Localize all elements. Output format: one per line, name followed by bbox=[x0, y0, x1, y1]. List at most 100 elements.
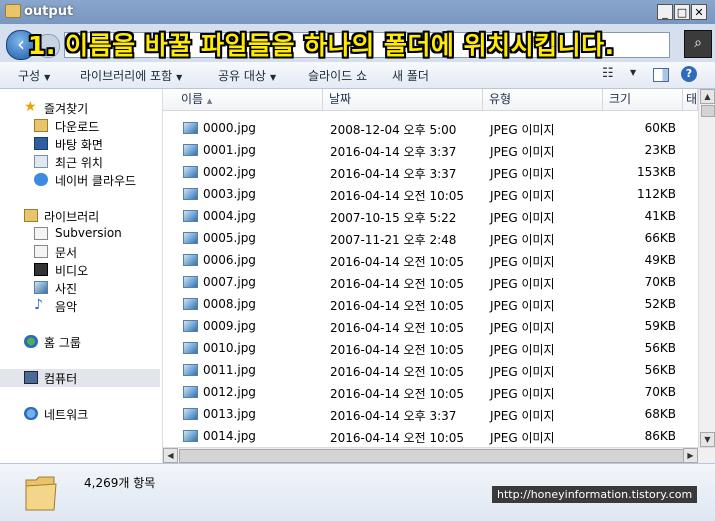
file-name: 0007.jpg bbox=[203, 275, 256, 289]
horizontal-scrollbar[interactable]: ◀ ▶ bbox=[163, 447, 715, 464]
vertical-scrollbar[interactable]: ▲ ▼ bbox=[698, 89, 715, 449]
table-row[interactable]: 0000.jpg 2008-12-04 오후 5:00 JPEG 이미지 60KB bbox=[163, 117, 698, 139]
file-name: 0000.jpg bbox=[203, 121, 256, 135]
nav-videos[interactable]: 비디오 bbox=[0, 261, 160, 279]
file-name: 0013.jpg bbox=[203, 407, 256, 421]
column-header-type[interactable]: 유형 bbox=[483, 89, 603, 110]
file-date: 2007-11-21 오후 2:48 bbox=[330, 233, 457, 247]
file-type: JPEG 이미지 bbox=[490, 431, 555, 445]
table-row[interactable]: 0012.jpg 2016-04-14 오전 10:05 JPEG 이미지 70KB bbox=[163, 381, 698, 403]
file-name: 0008.jpg bbox=[203, 297, 256, 311]
slideshow-button[interactable]: 슬라이드 쇼 bbox=[308, 67, 367, 84]
include-in-library-menu[interactable]: 라이브러리에 포함 ▼ bbox=[80, 67, 182, 84]
table-row[interactable]: 0006.jpg 2016-04-14 오전 10:05 JPEG 이미지 49KB bbox=[163, 249, 698, 271]
pictures-icon bbox=[34, 281, 48, 294]
table-row[interactable]: 0009.jpg 2016-04-14 오전 10:05 JPEG 이미지 59KB bbox=[163, 315, 698, 337]
file-name: 0004.jpg bbox=[203, 209, 256, 223]
nav-naver-cloud[interactable]: 네이버 클라우드 bbox=[0, 171, 160, 189]
network-icon bbox=[24, 407, 38, 420]
file-list: 0000.jpg 2008-12-04 오후 5:00 JPEG 이미지 60KB 00… bbox=[163, 117, 698, 447]
maximize-button[interactable]: □ bbox=[674, 4, 690, 20]
column-header-size[interactable]: 크기 bbox=[603, 89, 683, 110]
file-type: JPEG 이미지 bbox=[490, 255, 555, 269]
music-icon: ♪ bbox=[34, 297, 43, 313]
organize-menu[interactable]: 구성 ▼ bbox=[18, 67, 50, 84]
nav-music[interactable]: ♪ 음악 bbox=[0, 297, 160, 315]
minimize-button[interactable]: _ bbox=[657, 4, 673, 20]
nav-documents[interactable]: 문서 bbox=[0, 243, 160, 261]
window-title: output bbox=[24, 4, 74, 19]
table-row[interactable]: 0014.jpg 2016-04-14 오전 10:05 JPEG 이미지 86KB bbox=[163, 425, 698, 447]
nav-downloads[interactable]: 다운로드 bbox=[0, 117, 160, 135]
vertical-scroll-thumb[interactable] bbox=[701, 105, 715, 117]
chevron-down-icon[interactable]: ▼ bbox=[630, 68, 636, 77]
nav-videos-label: 비디오 bbox=[55, 264, 89, 278]
nav-network-label: 네트워크 bbox=[44, 408, 89, 422]
nav-pictures[interactable]: 사진 bbox=[0, 279, 160, 297]
scroll-down-icon[interactable]: ▼ bbox=[700, 432, 715, 447]
image-file-icon bbox=[183, 254, 198, 266]
scroll-up-icon[interactable]: ▲ bbox=[700, 89, 715, 104]
library-icon bbox=[24, 209, 38, 222]
document-icon bbox=[34, 227, 48, 240]
item-count: 4,269개 항목 bbox=[84, 476, 156, 490]
close-button[interactable]: ✕ bbox=[691, 4, 707, 20]
title-bar: output _ □ ✕ bbox=[0, 0, 715, 25]
table-row[interactable]: 0010.jpg 2016-04-14 오전 10:05 JPEG 이미지 56KB bbox=[163, 337, 698, 359]
nav-libraries-label: 라이브러리 bbox=[44, 210, 100, 224]
table-row[interactable]: 0003.jpg 2016-04-14 오전 10:05 JPEG 이미지 112KB bbox=[163, 183, 698, 205]
table-row[interactable]: 0002.jpg 2016-04-14 오후 3:37 JPEG 이미지 153KB bbox=[163, 161, 698, 183]
star-icon: ★ bbox=[24, 99, 37, 115]
table-row[interactable]: 0001.jpg 2016-04-14 오후 3:37 JPEG 이미지 23KB bbox=[163, 139, 698, 161]
new-folder-button[interactable]: 새 폴더 bbox=[392, 67, 429, 84]
horizontal-scroll-thumb[interactable] bbox=[179, 449, 685, 463]
table-row[interactable]: 0004.jpg 2007-10-15 오후 5:22 JPEG 이미지 41KB bbox=[163, 205, 698, 227]
file-type: JPEG 이미지 bbox=[490, 343, 555, 357]
table-row[interactable]: 0013.jpg 2016-04-14 오후 3:37 JPEG 이미지 68KB bbox=[163, 403, 698, 425]
homegroup-icon bbox=[24, 335, 38, 348]
file-size: 23KB bbox=[644, 143, 676, 157]
nav-subversion[interactable]: Subversion bbox=[0, 225, 160, 243]
nav-homegroup[interactable]: 홈 그룹 bbox=[0, 333, 160, 351]
view-options-icon[interactable]: ☷ bbox=[602, 66, 614, 81]
file-type: JPEG 이미지 bbox=[490, 167, 555, 181]
image-file-icon bbox=[183, 144, 198, 156]
nav-libraries[interactable]: 라이브러리 bbox=[0, 207, 160, 225]
table-row[interactable]: 0005.jpg 2007-11-21 오후 2:48 JPEG 이미지 66KB bbox=[163, 227, 698, 249]
nav-documents-label: 문서 bbox=[55, 246, 78, 260]
nav-desktop-label: 바탕 화면 bbox=[55, 138, 103, 152]
file-date: 2016-04-14 오전 10:05 bbox=[330, 299, 465, 313]
file-name: 0010.jpg bbox=[203, 341, 256, 355]
image-file-icon bbox=[183, 320, 198, 332]
file-size: 112KB bbox=[636, 187, 676, 201]
table-row[interactable]: 0008.jpg 2016-04-14 오전 10:05 JPEG 이미지 52KB bbox=[163, 293, 698, 315]
column-header-tags[interactable]: 태 bbox=[683, 89, 698, 110]
table-row[interactable]: 0011.jpg 2016-04-14 오전 10:05 JPEG 이미지 56KB bbox=[163, 359, 698, 381]
column-header-date[interactable]: 날짜 bbox=[323, 89, 483, 110]
scroll-left-icon[interactable]: ◀ bbox=[163, 448, 178, 463]
search-icon[interactable]: ⌕ bbox=[684, 30, 712, 58]
nav-computer[interactable]: 컴퓨터 bbox=[0, 369, 160, 387]
nav-desktop[interactable]: 바탕 화면 bbox=[0, 135, 160, 153]
column-header-name[interactable]: 이름 ▲ bbox=[163, 89, 323, 110]
file-date: 2016-04-14 오전 10:05 bbox=[330, 387, 465, 401]
file-date: 2007-10-15 오후 5:22 bbox=[330, 211, 457, 225]
file-type: JPEG 이미지 bbox=[490, 211, 555, 225]
file-size: 59KB bbox=[644, 319, 676, 333]
share-with-menu[interactable]: 공유 대상 ▼ bbox=[218, 67, 276, 84]
file-date: 2008-12-04 오후 5:00 bbox=[330, 123, 457, 137]
nav-favorites-label: 즐겨찾기 bbox=[44, 102, 89, 116]
watermark-url: http://honeyinformation.tistory.com bbox=[492, 486, 698, 503]
file-size: 86KB bbox=[644, 429, 676, 443]
nav-network[interactable]: 네트워크 bbox=[0, 405, 160, 423]
file-size: 68KB bbox=[644, 407, 676, 421]
nav-recent[interactable]: 최근 위치 bbox=[0, 153, 160, 171]
file-date: 2016-04-14 오후 3:37 bbox=[330, 409, 457, 423]
scroll-right-icon[interactable]: ▶ bbox=[683, 448, 698, 463]
cloud-icon bbox=[34, 173, 48, 186]
help-icon[interactable]: ? bbox=[681, 66, 697, 82]
table-row[interactable]: 0007.jpg 2016-04-14 오전 10:05 JPEG 이미지 70KB bbox=[163, 271, 698, 293]
desktop-icon bbox=[34, 137, 48, 150]
nav-favorites[interactable]: ★ 즐겨찾기 bbox=[0, 99, 160, 117]
preview-pane-icon[interactable] bbox=[653, 68, 669, 82]
